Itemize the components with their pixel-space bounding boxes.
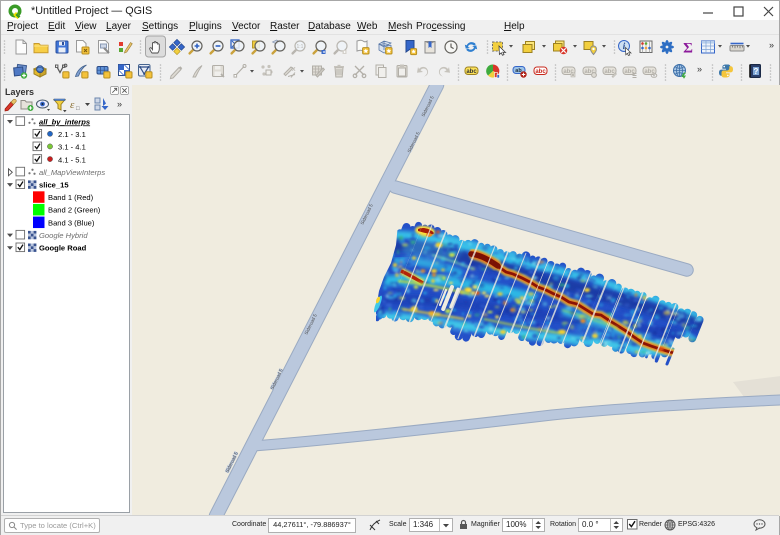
svg-text:abc: abc <box>624 69 635 75</box>
svg-text:x: x <box>292 66 296 73</box>
svg-text:slice_15: slice_15 <box>39 181 69 190</box>
svg-text:all_MapViewInterps: all_MapViewInterps <box>39 168 105 177</box>
svg-text:»: » <box>697 64 702 74</box>
svg-text:4.1 - 5.1: 4.1 - 5.1 <box>58 155 86 164</box>
svg-text:abc: abc <box>466 69 477 75</box>
svg-text:1:1: 1:1 <box>297 44 304 50</box>
svg-text:□: □ <box>76 106 80 112</box>
svg-text:Σ: Σ <box>683 41 693 57</box>
svg-text:2.1 - 3.1: 2.1 - 3.1 <box>58 130 86 139</box>
svg-text:Band 2 (Green): Band 2 (Green) <box>48 206 101 215</box>
svg-text:ε: ε <box>70 99 75 111</box>
svg-text:Band 3 (Blue): Band 3 (Blue) <box>48 218 95 227</box>
svg-text:3.1 - 4.1: 3.1 - 4.1 <box>58 143 86 152</box>
svg-text:abc: abc <box>604 69 615 75</box>
svg-text:Google Road: Google Road <box>39 244 87 253</box>
svg-text:Google Hybrid: Google Hybrid <box>39 231 88 240</box>
svg-text:all_by_interps: all_by_interps <box>39 117 90 126</box>
svg-text:»: » <box>769 40 774 50</box>
svg-text:abc: abc <box>535 69 546 75</box>
svg-text:Band 1 (Red): Band 1 (Red) <box>48 193 94 202</box>
svg-text:»: » <box>117 99 122 109</box>
svg-text:?: ? <box>754 67 759 76</box>
